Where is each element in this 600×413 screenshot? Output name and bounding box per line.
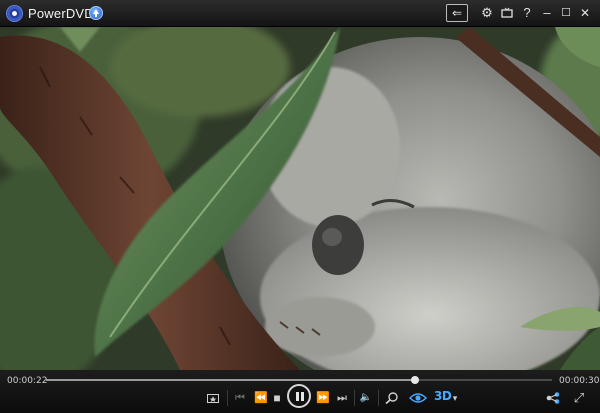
elapsed-time: 00:00:22 [7,376,48,386]
zoom-icon[interactable] [384,390,400,406]
maximize-icon[interactable]: ☐ [559,4,573,22]
volume-icon[interactable]: 🔈 [359,390,373,406]
koala-photo [0,27,600,370]
tv-mode-icon[interactable] [500,4,514,22]
3d-dropdown-arrow[interactable]: ▾ [451,390,459,406]
divider [378,390,379,406]
update-icon[interactable] [89,6,103,20]
title-bar: PowerDVD ⇐ ⚙ ? – ☐ ✕ [0,0,600,27]
stop-icon[interactable]: ■ [271,390,283,406]
minimize-icon[interactable]: – [540,4,554,22]
video-frame[interactable] [0,27,600,370]
next-chapter-icon[interactable]: ⏭ [335,390,349,406]
back-button[interactable]: ⇐ [446,4,468,22]
app-title: PowerDVD [28,6,94,21]
pause-icon[interactable] [287,384,311,408]
step-back-icon[interactable]: ⏪ [254,390,268,406]
app-logo-icon [6,5,23,22]
fullscreen-icon[interactable]: ⤢ [571,390,587,406]
trueview-eye-icon[interactable] [408,390,428,406]
divider [227,390,228,406]
settings-gear-icon[interactable]: ⚙ [480,4,494,22]
divider [354,390,355,406]
seek-bar[interactable] [46,376,552,384]
snapshot-icon[interactable] [206,390,220,406]
3d-icon[interactable]: 3D [434,389,452,403]
previous-chapter-icon[interactable]: ⏮ [233,390,247,406]
seek-handle[interactable] [411,376,420,384]
close-icon[interactable]: ✕ [578,4,592,22]
seek-progress [46,379,416,381]
share-icon[interactable] [545,390,561,406]
total-time: 00:00:30 [559,376,600,386]
control-bar: 00:00:22 00:00:30 ⏮ ⏪ ■ ⏩ ⏭ 🔈 3D ▾ ⤢ [0,370,600,413]
help-icon[interactable]: ? [520,4,534,22]
step-forward-icon[interactable]: ⏩ [316,390,330,406]
